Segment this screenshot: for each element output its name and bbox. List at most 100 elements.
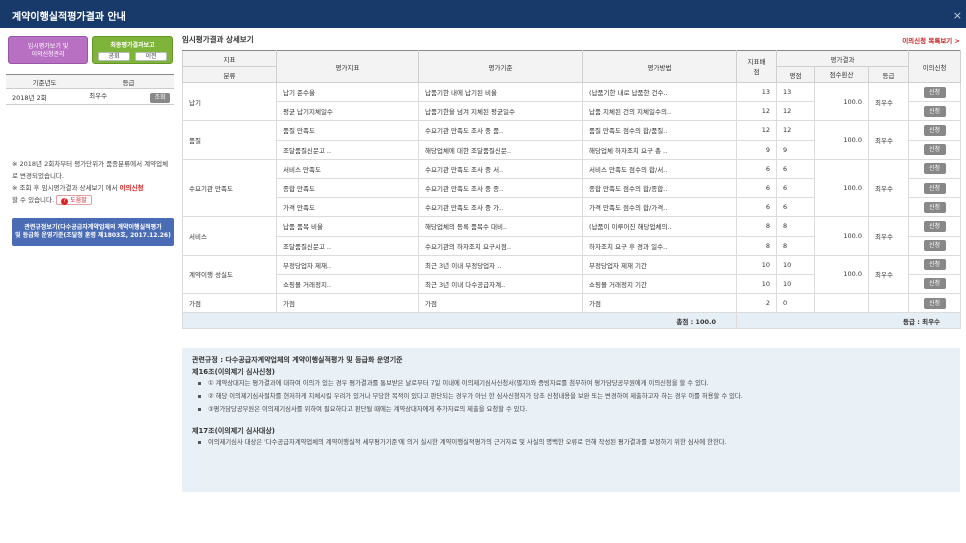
indicator-cell: 조달품질신문고 .. [276, 139, 419, 160]
score-cell: 9 [776, 139, 815, 160]
indicator-cell: 부정당업자 제재.. [276, 254, 419, 275]
article-16-item: ② 해당 이의제기심사절차를 현저하게 지체시킬 우려가 있거나 부당한 목적이… [192, 390, 950, 403]
apply-button[interactable]: 신청 [923, 297, 946, 309]
standard-cell: 수요기관 만족도 조사 중 서.. [418, 158, 583, 179]
interim-button-line1: 임시평가보기 및 [27, 43, 69, 50]
converted-cell: 100.0 [814, 254, 869, 295]
method-cell: 서비스 만족도 점수의 합/서.. [582, 158, 737, 179]
apply-button[interactable]: 신청 [923, 105, 946, 117]
converted-cell [814, 293, 869, 314]
apply-button[interactable]: 신청 [923, 124, 946, 136]
standard-cell: 해당업체의 등록 품목수 대비.. [418, 216, 583, 237]
question-icon: ? [61, 198, 69, 205]
table-row: 납기 납기 준수율 납품기한 내에 납기된 비율 (납품기한 내로 납품한 건수… [182, 81, 962, 122]
result-header: 평가결과 [775, 50, 910, 67]
standard-cell: 납품기한 내에 납기된 비율 [418, 81, 583, 103]
table-row: 가점 가점 가점 가점 2 0 신청 [182, 293, 962, 314]
window-title: 계약이행실적평가결과 안내 [12, 12, 126, 23]
apply-cell: 신청 [908, 139, 962, 160]
apply-button[interactable]: 신청 [923, 201, 946, 213]
standard-cell: 해당업체에 대한 조달품질신문.. [418, 139, 583, 160]
grade-cell: 최우수 [867, 216, 910, 256]
apply-button[interactable]: 신청 [923, 259, 946, 271]
final-report-title: 최종평가결과보고 [110, 42, 155, 49]
score-cell: 8 [776, 216, 815, 237]
regulation-title: 관련규정 : 다수공급자계약업체의 계약이행실적평가 및 등급화 운영기준 [192, 356, 403, 364]
grade-cell: 최우수 [867, 120, 910, 160]
indicator-cell: 조달품질신문고 .. [276, 235, 419, 256]
method-cell: 부정당업자 제재 기간 [582, 254, 737, 275]
article-16-item: ③평가담당공무원은 이의제기심사를 위하여 필요하다고 판단될 때에는 계약상대… [192, 403, 950, 416]
method-cell: (납품이 이루어진 해당업체의.. [582, 216, 737, 237]
total-grade: 등급 : 최우수 [735, 312, 962, 330]
converted-cell: 100.0 [814, 216, 869, 256]
method-cell: 해당업체 하자조치 요구 총 .. [582, 139, 737, 160]
standard-cell: 수요기관의 하자조치 요구시점.. [418, 235, 583, 256]
converted-cell: 100.0 [814, 81, 869, 122]
grade-value: 최우수 [89, 92, 108, 100]
apply-cell: 신청 [908, 293, 962, 314]
view-button[interactable]: 조회 [150, 93, 170, 103]
total-score: 총점 : 100.0 [182, 312, 737, 330]
method-cell: (납품기한 내로 납품한 건수.. [582, 81, 737, 103]
indicator-cell: 쇼핑몰 거래정지.. [276, 273, 419, 295]
score-cell: 6 [776, 197, 815, 218]
score-cell: 6 [776, 177, 815, 199]
interim-result-button[interactable]: 임시평가보기 및 이의신청관리 [8, 36, 88, 64]
grade-cell: 최우수 [867, 254, 910, 295]
apply-cell: 신청 [908, 158, 962, 179]
final-report-prev-button[interactable]: 이전 [135, 52, 167, 61]
apply-button[interactable]: 신청 [923, 220, 946, 232]
score-cell: 8 [776, 235, 815, 256]
weight-cell: 9 [736, 139, 777, 160]
final-report-box: 최종평가결과보고 공회 이전 [92, 36, 173, 64]
help-label: 도움말 [70, 197, 87, 204]
score-cell: 12 [776, 120, 815, 141]
grade-header: 등급 [83, 74, 174, 89]
interim-button-line2: 이의신청관리 [31, 51, 65, 58]
category-cell: 납기 [182, 81, 277, 122]
weight-cell: 13 [736, 81, 777, 103]
note-line2-a: ※ 조회 후 임시평가결과 상세보기 에서 [12, 184, 120, 192]
article-17-title: 제17조(이의제기 심사대상) [192, 427, 275, 435]
eval-indicator-header: 평가지표 [276, 50, 419, 83]
method-cell: 하자조치 요구 후 경과 일수.. [582, 235, 737, 256]
objection-list-link[interactable]: 이의신청 목록보기 > [902, 35, 960, 45]
weight-cell: 10 [736, 254, 777, 275]
method-cell: 쇼핑몰 거래정지 기간 [582, 273, 737, 295]
method-cell: 가격 만족도 점수의 합/가격.. [582, 197, 737, 218]
score-cell: 10 [776, 273, 815, 295]
standard-cell: 가점 [418, 293, 583, 314]
score-cell: 12 [776, 101, 815, 122]
help-button[interactable]: ? 도움말 [56, 195, 92, 205]
close-icon[interactable]: × [953, 9, 962, 22]
weight-cell: 12 [736, 101, 777, 122]
apply-button[interactable]: 신청 [923, 182, 946, 194]
apply-button[interactable]: 신청 [923, 144, 946, 156]
category-cell: 수요기관 만족도 [182, 158, 277, 218]
indicator-cell: 가점 [276, 293, 419, 314]
grade-cell: 최우수 조회 [83, 88, 174, 105]
apply-button[interactable]: 신청 [923, 278, 946, 290]
apply-cell: 신청 [908, 197, 962, 218]
indicator-cell: 가격 만족도 [276, 197, 419, 218]
apply-button[interactable]: 신청 [923, 86, 946, 98]
note-line2: ※ 조회 후 임시평가결과 상세보기 에서 이의신청 할 수 있습니다. ? 도움… [12, 182, 174, 206]
apply-cell: 신청 [908, 177, 962, 199]
apply-cell: 신청 [908, 273, 962, 295]
score-cell: 13 [776, 81, 815, 103]
score-cell: 0 [776, 293, 815, 314]
score-cell: 10 [776, 254, 815, 275]
weight-header: 지표배점 [736, 50, 777, 83]
note-line1: ※ 2018년 2회차부터 평가단위가 품종분류에서 계약업체로 변경되었습니다… [12, 160, 169, 180]
notes: ※ 2018년 2회차부터 평가단위가 품종분류에서 계약업체로 변경되었습니다… [12, 158, 174, 206]
apply-button[interactable]: 신청 [923, 240, 946, 252]
apply-button[interactable]: 신청 [923, 163, 946, 175]
weight-cell: 6 [736, 177, 777, 199]
regulation-button[interactable]: 관련규정보기(다수공급자계약업체의 계약이행실적평가 및 등급화 운영기준(조달… [12, 218, 174, 246]
indicator-cell: 서비스 만족도 [276, 158, 419, 179]
note-objection-text: 이의신청 [119, 184, 144, 192]
section-title: 임시평가결과 상세보기 [182, 35, 254, 44]
regulation-line2: 및 등급화 운영기준(조달청 훈령 제1803호, 2017.12.26) [15, 232, 171, 239]
final-report-public-button[interactable]: 공회 [98, 52, 130, 61]
